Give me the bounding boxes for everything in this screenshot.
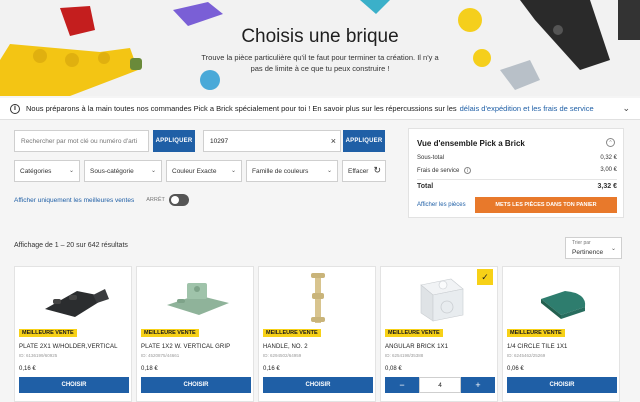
subtotal-label: Sous-total (417, 155, 445, 161)
sort-value: Pertinence (572, 249, 604, 256)
chevron-down-icon: ⌄ (610, 246, 616, 252)
product-id: ID: 4520875/44661 (141, 353, 180, 358)
keyword-search-input[interactable]: Rechercher par mot clé ou numéro d'arti (14, 130, 149, 152)
service-fee-label: Frais de service (417, 168, 460, 174)
subtotal-row: Sous-total 0,32 € (417, 155, 617, 161)
apply-set-button[interactable]: APPLIQUER (343, 130, 385, 152)
chevron-down-icon: ⌄ (230, 168, 236, 174)
best-seller-badge: MEILLEURE VENTE (385, 329, 443, 337)
notice-link[interactable]: délais d'expédition et les frais de serv… (460, 104, 594, 113)
color-family-label: Famille de couleurs (252, 167, 309, 175)
product-name: PLATE 1X2 W. VERTICAL GRIP (141, 344, 231, 350)
clear-icon[interactable]: × (331, 136, 336, 146)
best-sellers-toggle[interactable] (168, 194, 189, 206)
product-name: PLATE 2X1 W/HOLDER,VERTICAL (19, 344, 118, 350)
product-price: 0,06 € (507, 366, 524, 372)
chevron-down-icon: ⌄ (150, 168, 156, 174)
product-id: ID: 6245462/25269 (507, 353, 546, 358)
best-sellers-toggle-row: Afficher uniquement les meilleures vente… (14, 194, 189, 206)
decrease-quantity-button[interactable]: − (385, 377, 419, 393)
choose-button[interactable]: CHOISIR (141, 377, 251, 393)
total-value: 3,32 € (597, 183, 617, 190)
hero-title: Choisis une brique (241, 26, 399, 47)
product-name: 1/4 CIRCLE TILE 1X1 (507, 344, 568, 350)
total-row: Total 3,32 € (417, 183, 617, 190)
product-card[interactable]: ✓ MEILLEURE VENTE ANGULAR BRICK 1X1 ID: … (380, 266, 498, 402)
sort-select[interactable]: Trier par Pertinence ⌄ (565, 237, 622, 259)
reset-icon: ↻ (373, 165, 381, 175)
divider (417, 179, 617, 180)
product-price: 0,16 € (263, 366, 280, 372)
shipping-notice: i Nous préparons à la main toutes nos co… (0, 98, 640, 120)
categories-label: Catégories (20, 167, 52, 175)
product-card[interactable]: MEILLEURE VENTE 1/4 CIRCLE TILE 1X1 ID: … (502, 266, 620, 402)
product-image-handle (311, 273, 325, 323)
product-image-plate-holder (45, 289, 109, 317)
best-seller-badge: MEILLEURE VENTE (507, 329, 565, 337)
choose-button[interactable]: CHOISIR (507, 377, 617, 393)
apply-keyword-button[interactable]: APPLIQUER (153, 130, 195, 152)
info-icon: i (10, 103, 20, 114)
product-image-plate-grip (167, 283, 229, 315)
clear-filters-button[interactable]: Effacer ↻ (342, 160, 386, 182)
chevron-up-icon[interactable]: ⌃ (606, 138, 615, 147)
keyword-search-placeholder: Rechercher par mot clé ou numéro d'arti (21, 137, 138, 145)
product-card[interactable]: MEILLEURE VENTE PLATE 1X2 W. VERTICAL GR… (136, 266, 254, 402)
exact-color-select[interactable]: Couleur Exacte ⌄ (166, 160, 242, 182)
set-number-input[interactable]: 10297 × (203, 130, 341, 152)
show-pieces-link[interactable]: Afficher les pièces (417, 202, 466, 208)
sort-label: Trier par (572, 240, 591, 246)
quantity-stepper[interactable]: − 4 + (385, 377, 495, 393)
subcategory-label: Sous-catégorie (90, 167, 134, 175)
subtotal-value: 0,32 € (600, 155, 617, 161)
color-family-select[interactable]: Famille de couleurs ⌄ (246, 160, 338, 182)
best-seller-badge: MEILLEURE VENTE (19, 329, 77, 337)
product-id: ID: 6136199/60925 (19, 353, 58, 358)
product-card[interactable]: MEILLEURE VENTE HANDLE, NO. 2 ID: 629450… (258, 266, 376, 402)
product-name: HANDLE, NO. 2 (263, 344, 308, 350)
product-card[interactable]: MEILLEURE VENTE PLATE 2X1 W/HOLDER,VERTI… (14, 266, 132, 402)
product-name: ANGULAR BRICK 1X1 (385, 344, 449, 350)
toggle-knob (170, 196, 179, 204)
set-number-value: 10297 (210, 137, 229, 145)
exact-color-label: Couleur Exacte (172, 167, 217, 175)
hero-banner: Choisis une brique Trouve la pièce parti… (0, 0, 640, 96)
product-price: 0,08 € (385, 366, 402, 372)
best-seller-badge: MEILLEURE VENTE (263, 329, 321, 337)
info-icon[interactable]: i (464, 167, 472, 174)
clear-filters-label: Effacer (348, 167, 369, 175)
choose-button[interactable]: CHOISIR (263, 377, 373, 393)
product-image-quarter-tile (541, 291, 586, 319)
categories-select[interactable]: Catégories ⌄ (14, 160, 80, 182)
pick-a-brick-overview: Vue d'ensemble Pick a Brick ⌃ Sous-total… (408, 128, 624, 218)
notice-text: Nous préparons à la main toutes nos comm… (26, 104, 457, 113)
yellow-brick-illustration (0, 6, 142, 96)
product-id: ID: 6294502/64959 (263, 353, 302, 358)
chevron-down-icon: ⌄ (68, 168, 74, 174)
overview-title: Vue d'ensemble Pick a Brick (417, 139, 525, 148)
add-to-cart-button[interactable]: METS LES PIÈCES DANS TON PANIER (475, 197, 617, 213)
product-id: ID: 6254198/35388 (385, 353, 424, 358)
choose-button[interactable]: CHOISIR (19, 377, 129, 393)
chevron-down-icon[interactable]: ⌄ (622, 103, 630, 114)
best-sellers-label: Afficher uniquement les meilleures vente… (14, 196, 135, 204)
hero-subtitle: Trouve la pièce particulière qu'il te fa… (201, 53, 439, 73)
service-fee-value: 3,00 € (600, 167, 617, 173)
product-price: 0,18 € (141, 366, 158, 372)
teal-brick-illustration (360, 0, 390, 14)
product-price: 0,16 € (19, 366, 36, 372)
total-label: Total (417, 183, 434, 190)
results-count: Affichage de 1 – 20 sur 642 résultats (14, 242, 128, 249)
right-bricks-illustration (458, 0, 640, 90)
service-fee-row: Frais de service i 3,00 € (417, 167, 617, 174)
toggle-state-text: ARRÊT (146, 197, 165, 203)
best-seller-badge: MEILLEURE VENTE (141, 329, 199, 337)
quantity-value[interactable]: 4 (419, 377, 461, 393)
subcategory-select[interactable]: Sous-catégorie ⌄ (84, 160, 162, 182)
chevron-down-icon: ⌄ (326, 168, 332, 174)
selected-check-icon: ✓ (477, 269, 493, 285)
increase-quantity-button[interactable]: + (461, 377, 495, 393)
